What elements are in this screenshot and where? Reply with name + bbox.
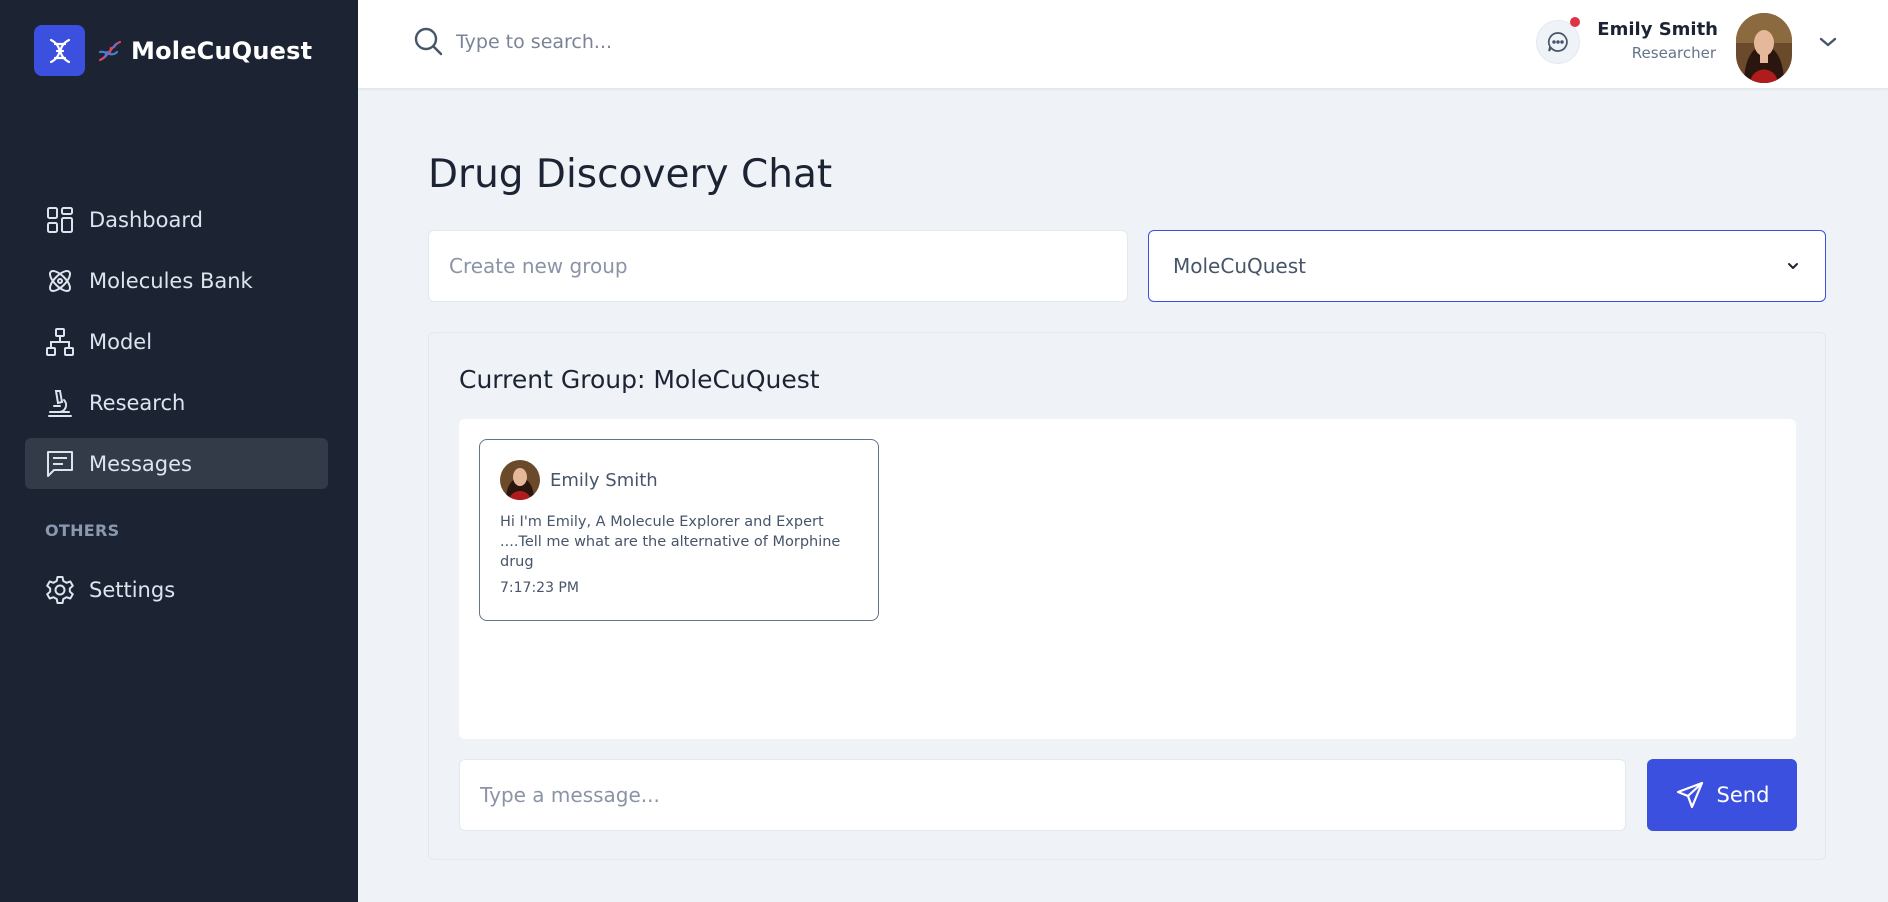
sidebar-item-label: Research xyxy=(89,390,186,415)
logo[interactable]: MoleCuQuest xyxy=(34,25,312,76)
sidebar-item-model[interactable]: Model xyxy=(25,316,328,367)
sidebar-item-molecules-bank[interactable]: Molecules Bank xyxy=(25,255,328,306)
send-button-label: Send xyxy=(1716,783,1770,807)
dna-icon xyxy=(97,38,123,64)
group-select-value: MoleCuQuest xyxy=(1173,254,1306,278)
sidebar-item-settings[interactable]: Settings xyxy=(25,564,328,615)
group-select[interactable]: MoleCuQuest xyxy=(1148,230,1826,302)
sidebar-item-research[interactable]: Research xyxy=(25,377,328,428)
sidebar-item-label: Messages xyxy=(89,451,192,476)
sidebar-nav: Dashboard Molecules Bank Model Research … xyxy=(25,194,328,499)
brand-name: MoleCuQuest xyxy=(131,36,313,65)
message-icon xyxy=(45,449,75,479)
message-sender: Emily Smith xyxy=(550,470,658,491)
top-header: Emily Smith Researcher xyxy=(358,0,1888,88)
send-icon xyxy=(1675,780,1705,810)
create-group-input[interactable] xyxy=(428,230,1128,302)
search-icon[interactable] xyxy=(413,26,443,60)
sidebar-nav-others: Settings xyxy=(25,564,328,625)
search-input[interactable] xyxy=(456,24,956,60)
avatar xyxy=(500,460,540,500)
sidebar-item-messages[interactable]: Messages xyxy=(25,438,328,489)
logo-icon xyxy=(34,25,85,76)
atom-icon xyxy=(45,266,75,296)
page-title: Drug Discovery Chat xyxy=(428,152,833,197)
message-card: Emily Smith Hi I'm Emily, A Molecule Exp… xyxy=(479,439,879,621)
message-time: 7:17:23 PM xyxy=(500,580,579,596)
user-name[interactable]: Emily Smith xyxy=(1597,19,1718,40)
chat-panel: Current Group: MoleCuQuest Emily Smith H… xyxy=(428,332,1826,860)
hierarchy-icon xyxy=(45,327,75,357)
sidebar-item-label: Molecules Bank xyxy=(89,268,253,293)
message-text: Hi I'm Emily, A Molecule Explorer and Ex… xyxy=(500,514,841,570)
current-group-title: Current Group: MoleCuQuest xyxy=(459,365,820,394)
sidebar-item-dashboard[interactable]: Dashboard xyxy=(25,194,328,245)
message-input[interactable] xyxy=(459,759,1626,831)
grid-icon xyxy=(45,205,75,235)
chevron-down-icon xyxy=(1785,258,1801,274)
sidebar-item-label: Settings xyxy=(89,577,176,602)
chevron-down-icon[interactable] xyxy=(1817,32,1839,56)
chat-messages-area[interactable]: Emily Smith Hi I'm Emily, A Molecule Exp… xyxy=(459,419,1796,739)
notification-dot xyxy=(1570,17,1580,27)
sidebar: MoleCuQuest Dashboard Molecules Bank Mod… xyxy=(0,0,358,902)
sidebar-item-label: Dashboard xyxy=(89,207,203,232)
avatar[interactable] xyxy=(1736,13,1792,83)
send-button[interactable]: Send xyxy=(1647,759,1797,831)
gear-icon xyxy=(45,575,75,605)
nav-section-others: OTHERS xyxy=(45,521,120,540)
user-role: Researcher xyxy=(1631,44,1716,62)
chat-bubble-icon xyxy=(1547,31,1569,53)
microscope-icon xyxy=(45,388,75,418)
sidebar-item-label: Model xyxy=(89,329,153,354)
